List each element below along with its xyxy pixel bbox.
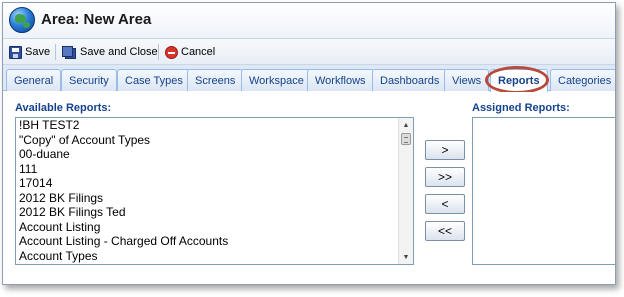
- add-report-button[interactable]: >: [425, 140, 465, 160]
- list-item[interactable]: 2012 BK Filings Ted: [16, 205, 413, 220]
- cancel-label: Cancel: [181, 46, 216, 58]
- save-close-icon: [62, 45, 77, 59]
- tab-case-types[interactable]: Case Types: [117, 69, 191, 91]
- available-reports-list[interactable]: !BH TEST2 "Copy" of Account Types 00-duane…: [15, 117, 414, 265]
- save-and-close-button[interactable]: Save and Close: [62, 44, 158, 60]
- list-item[interactable]: Account Types: [16, 249, 413, 264]
- list-item[interactable]: Account Listing: [16, 220, 413, 235]
- save-label: Save: [25, 46, 51, 58]
- title-bar: Area: New Area: [3, 3, 615, 39]
- save-button[interactable]: Save: [9, 44, 50, 60]
- available-items: !BH TEST2 "Copy" of Account Types 00-duane…: [16, 118, 413, 263]
- cancel-button[interactable]: Cancel: [165, 44, 215, 60]
- window-title: Area: New Area: [41, 11, 152, 28]
- list-item[interactable]: 2012 BK Filings: [16, 191, 413, 206]
- list-item[interactable]: 111: [16, 162, 413, 177]
- tab-screens[interactable]: Screens: [187, 69, 244, 91]
- tab-bar: General Security Case Types Screens Work…: [3, 65, 615, 92]
- tab-general[interactable]: General: [6, 69, 62, 91]
- scroll-up-icon[interactable]: ▲: [399, 118, 413, 132]
- list-item[interactable]: 17014: [16, 176, 413, 191]
- toolbar-separator: [55, 44, 56, 60]
- globe-icon: [9, 7, 35, 33]
- scroll-thumb[interactable]: [401, 133, 411, 145]
- tab-reports[interactable]: Reports: [490, 69, 548, 92]
- save-icon: [9, 45, 22, 59]
- cancel-icon: [165, 45, 178, 59]
- list-item[interactable]: Account Listing - Charged Off Accounts: [16, 234, 413, 249]
- save-and-close-label: Save and Close: [80, 46, 158, 58]
- list-item[interactable]: "Copy" of Account Types: [16, 133, 413, 148]
- remove-all-reports-button[interactable]: <<: [425, 221, 465, 241]
- toolbar: Save Save and Close Cancel: [3, 39, 615, 65]
- tab-workflows[interactable]: Workflows: [307, 69, 374, 91]
- list-item[interactable]: 00-duane: [16, 147, 413, 162]
- area-window: Area: New Area Save Save and Close Cance…: [2, 2, 616, 285]
- toolbar-separator: [158, 44, 159, 60]
- tab-views[interactable]: Views: [444, 69, 490, 91]
- list-item[interactable]: !BH TEST2: [16, 118, 413, 133]
- add-all-reports-button[interactable]: >>: [425, 167, 465, 187]
- tab-workspace[interactable]: Workspace: [241, 69, 312, 91]
- tab-security[interactable]: Security: [61, 69, 117, 91]
- list-scrollbar[interactable]: ▲ ▼: [398, 118, 413, 264]
- tab-dashboards[interactable]: Dashboards: [372, 69, 448, 91]
- tab-categories[interactable]: Categories: [550, 69, 615, 91]
- assigned-reports-label: Assigned Reports:: [472, 102, 570, 114]
- scroll-down-icon[interactable]: ▼: [399, 250, 413, 264]
- remove-report-button[interactable]: <: [425, 194, 465, 214]
- reports-panel: Available Reports: Assigned Reports: !BH…: [3, 92, 615, 284]
- available-reports-label: Available Reports:: [15, 102, 112, 114]
- assigned-reports-list[interactable]: [472, 117, 615, 265]
